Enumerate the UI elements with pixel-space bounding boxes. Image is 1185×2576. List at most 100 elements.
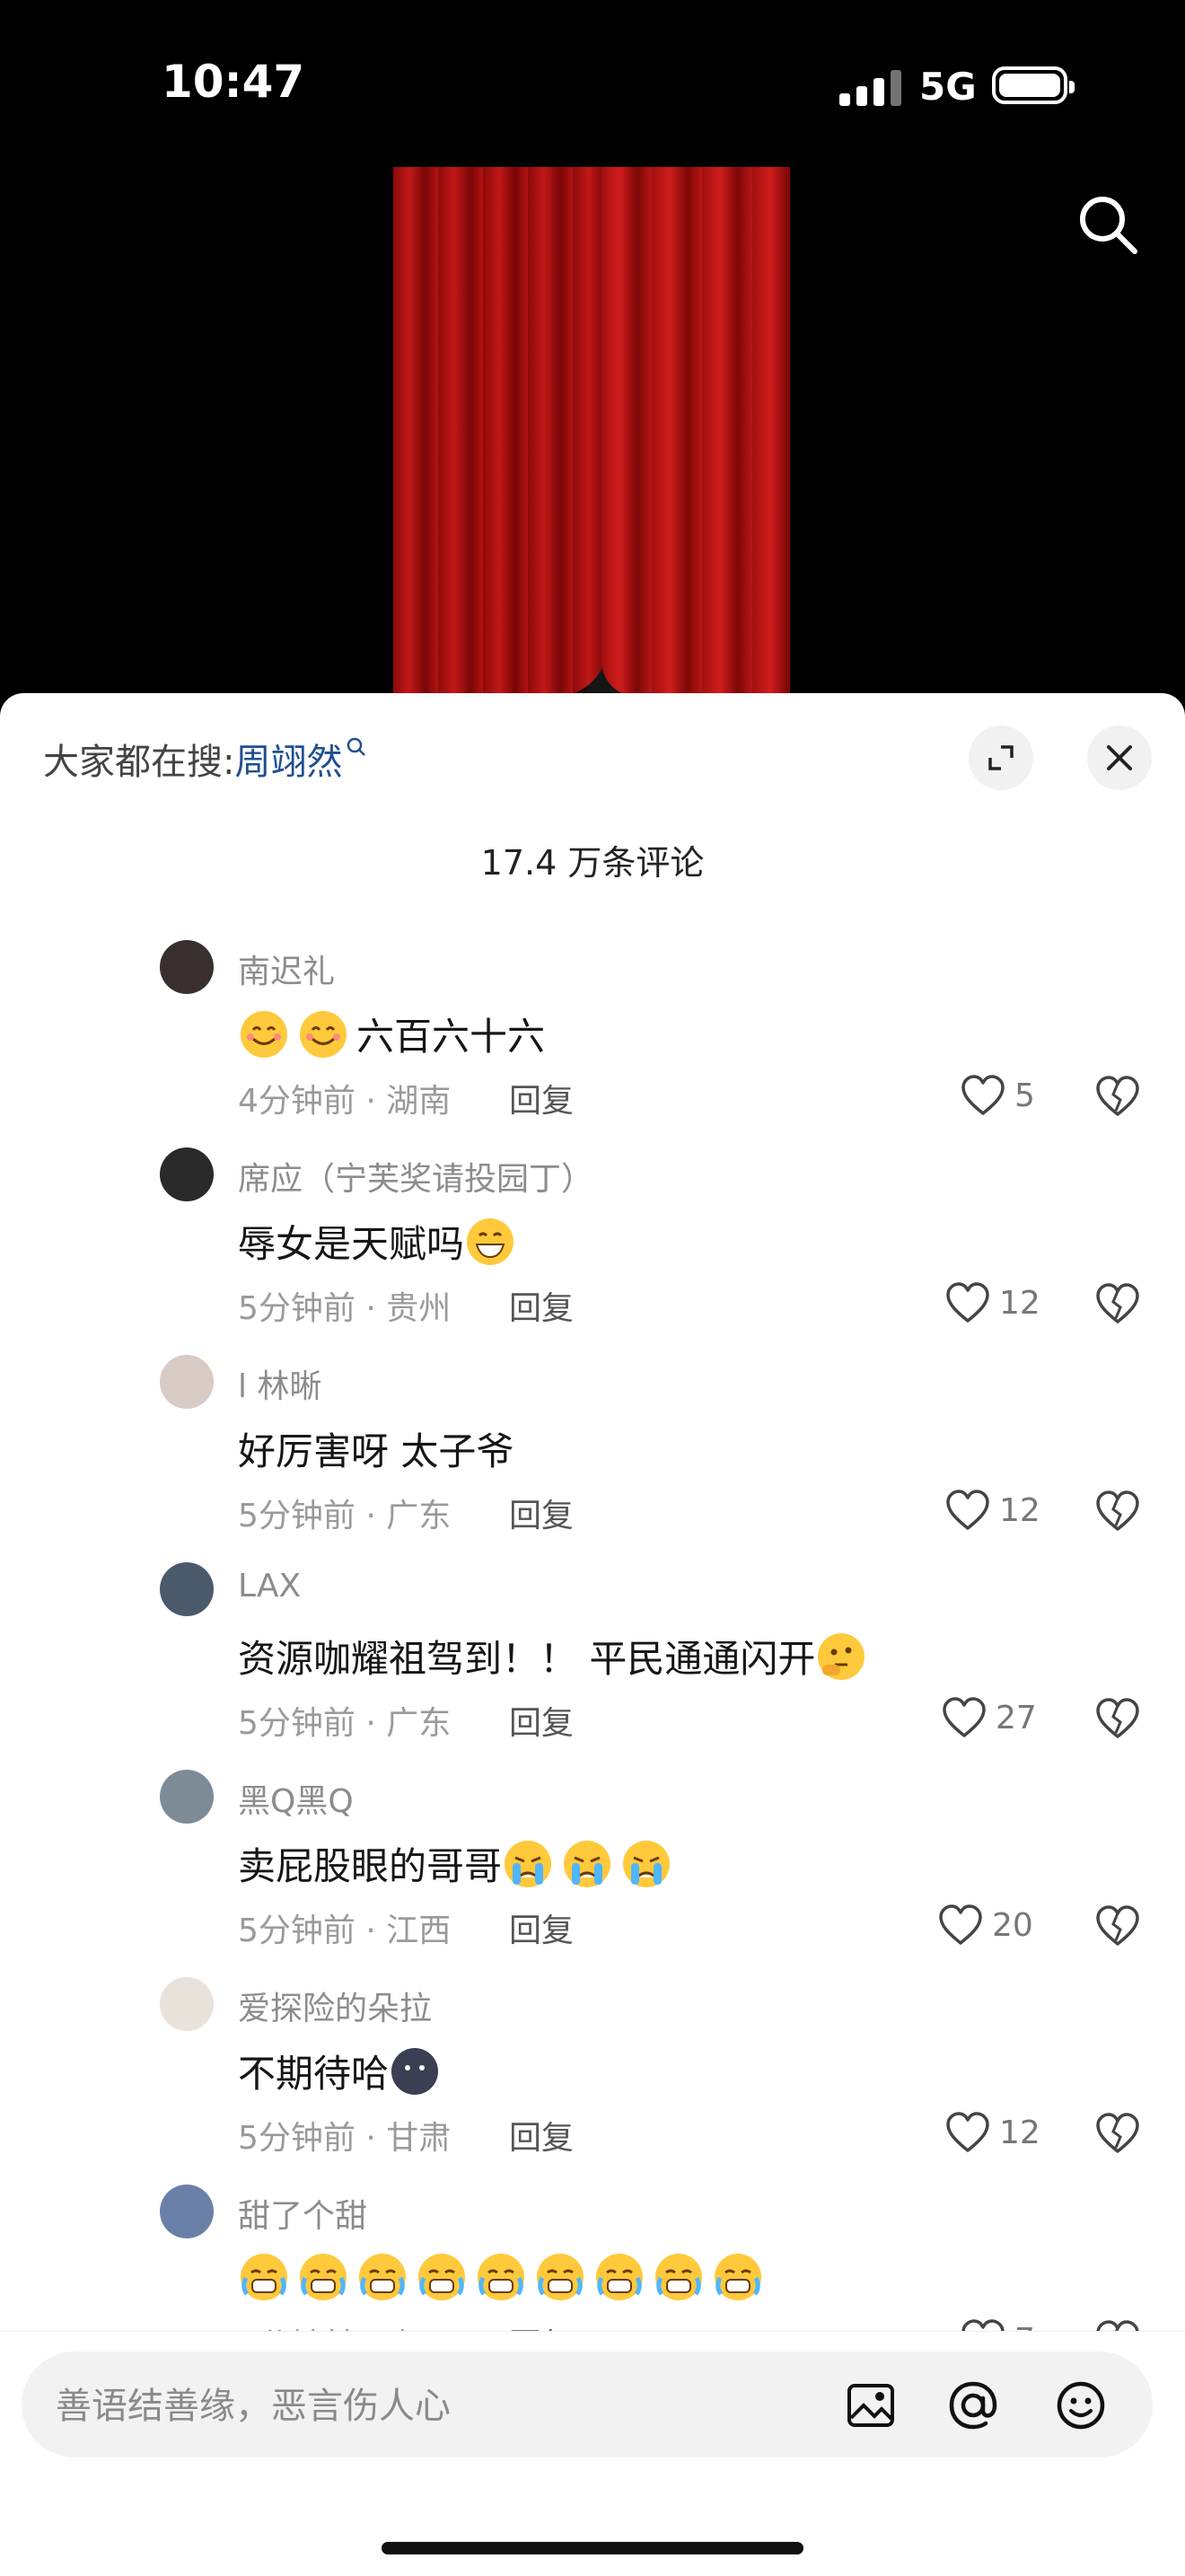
comment-username[interactable]: l 林晰 <box>238 1360 321 1407</box>
thinking-emoji <box>815 1631 867 1683</box>
comment-text-row: 卖屁股眼的哥哥 <box>238 1836 680 1891</box>
comment-text-row: 不期待哈 <box>238 2044 448 2098</box>
comment-text-row <box>238 2251 771 2303</box>
search-icon <box>347 737 366 756</box>
avatar[interactable] <box>160 2185 214 2238</box>
emoji-icon[interactable] <box>1054 2378 1108 2432</box>
comment-text-row: 好厉害呀 太子爷 <box>238 1421 514 1476</box>
signal-icon <box>839 70 902 106</box>
reply-button[interactable]: 回复 <box>509 1490 574 1536</box>
reply-button[interactable]: 回复 <box>509 1697 574 1744</box>
like-count: 12 <box>999 2114 1040 2151</box>
like-count: 20 <box>992 1906 1033 1944</box>
network-type: 5G <box>919 65 977 109</box>
comment-sheet: 大家都在搜:周翊然 17.4 万条评论 南迟礼 六百六十六 4分钟前 · 湖南 … <box>0 693 1185 2575</box>
comment-item[interactable]: 爱探险的朵拉 不期待哈 5分钟前 · 甘肃 回复 12 <box>0 1977 1185 2185</box>
comment-item[interactable]: 南迟礼 六百六十六 4分钟前 · 湖南 回复 5 <box>0 940 1185 1147</box>
battery-icon <box>992 66 1075 104</box>
sob-emoji <box>238 2251 290 2303</box>
like-button[interactable]: 12 <box>945 1488 1040 1533</box>
comment-text-row: 辱女是天赋吗 <box>238 1214 523 1269</box>
dislike-icon[interactable] <box>1095 2112 1140 2155</box>
comment-time-location: 5分钟前 · 广东 <box>238 1498 452 1534</box>
trending-search[interactable]: 大家都在搜:周翊然 <box>43 733 367 785</box>
like-count: 5 <box>1014 1077 1035 1114</box>
dislike-icon[interactable] <box>1095 1904 1140 1947</box>
comment-item[interactable]: 黑Q黑Q 卖屁股眼的哥哥 5分钟前 · 江西 回复 20 <box>0 1770 1185 1977</box>
sob-emoji <box>356 2251 408 2303</box>
video-poster[interactable] <box>393 167 790 697</box>
comment-username[interactable]: 黑Q黑Q <box>238 1775 354 1822</box>
sob-emoji <box>534 2251 586 2303</box>
comment-text: 好厉害呀 太子爷 <box>238 1429 514 1473</box>
reply-button[interactable]: 回复 <box>509 1075 574 1121</box>
cry-emoji <box>502 1838 554 1890</box>
dislike-icon[interactable] <box>1095 1490 1140 1533</box>
heart-icon <box>946 2112 989 2152</box>
comment-text: 卖屁股眼的哥哥 <box>238 1844 503 1888</box>
like-button[interactable]: 12 <box>945 2110 1040 2155</box>
image-icon[interactable] <box>844 2378 898 2432</box>
comment-input[interactable] <box>54 2378 812 2434</box>
comment-time-location: 5分钟前 · 贵州 <box>238 1290 452 1327</box>
avatar[interactable] <box>160 1355 214 1409</box>
like-button[interactable]: 12 <box>945 1280 1040 1325</box>
comment-text: 辱女是天赋吗 <box>238 1222 465 1266</box>
dislike-icon[interactable] <box>1095 1697 1140 1740</box>
avatar[interactable] <box>160 1562 214 1616</box>
avatar[interactable] <box>160 1770 214 1824</box>
avatar[interactable] <box>160 1147 214 1201</box>
dislike-icon[interactable] <box>1095 1075 1140 1118</box>
trending-search-prefix: 大家都在搜: <box>43 742 235 783</box>
comment-text: 六百六十六 <box>356 1015 546 1059</box>
comment-username[interactable]: 爱探险的朵拉 <box>238 1983 432 2029</box>
cry-emoji <box>561 1838 613 1890</box>
like-count: 27 <box>996 1699 1037 1736</box>
heart-icon <box>946 1282 989 1323</box>
heart-icon <box>939 1904 982 1945</box>
comment-text: 资源咖耀祖驾到！！ 平民通通闪开 <box>238 1637 816 1681</box>
like-button[interactable]: 5 <box>961 1073 1035 1118</box>
close-button[interactable] <box>1087 725 1152 790</box>
comment-time-location: 5分钟前 · 甘肃 <box>238 2120 452 2157</box>
expand-icon <box>988 745 1014 770</box>
comment-text-row: 资源咖耀祖驾到！！ 平民通通闪开 <box>238 1629 874 1684</box>
like-button[interactable]: 20 <box>938 1903 1033 1947</box>
sob-emoji <box>712 2251 764 2303</box>
smile-emoji <box>238 1008 290 1060</box>
dislike-icon[interactable] <box>1095 1282 1140 1325</box>
comment-item[interactable]: 席应（宁芙奖请投园丁） 辱女是天赋吗 5分钟前 · 贵州 回复 12 <box>0 1147 1185 1355</box>
home-indicator <box>382 2542 803 2554</box>
comment-input-bar <box>0 2331 1185 2576</box>
curtain-left <box>393 167 609 697</box>
reply-button[interactable]: 回复 <box>509 2112 574 2158</box>
sob-emoji <box>416 2251 468 2303</box>
comment-username[interactable]: 席应（宁芙奖请投园丁） <box>238 1153 593 1200</box>
sob-emoji <box>297 2251 349 2303</box>
heart-icon <box>943 1697 986 1737</box>
search-icon[interactable] <box>1074 190 1142 259</box>
avatar[interactable] <box>160 1977 214 2031</box>
avatar[interactable] <box>160 940 214 994</box>
comment-item[interactable]: LAX 资源咖耀祖驾到！！ 平民通通闪开 5分钟前 · 广东 回复 27 <box>0 1562 1185 1770</box>
heart-icon <box>961 1075 1005 1115</box>
comment-time-location: 4分钟前 · 湖南 <box>238 1083 452 1120</box>
like-button[interactable]: 27 <box>942 1695 1037 1740</box>
comment-item[interactable]: l 林晰 好厉害呀 太子爷 5分钟前 · 广东 回复 12 <box>0 1355 1185 1562</box>
expand-button[interactable] <box>969 725 1033 790</box>
comment-time-location: 5分钟前 · 江西 <box>238 1912 452 1949</box>
reply-button[interactable]: 回复 <box>509 1282 574 1329</box>
reply-button[interactable]: 回复 <box>509 1904 574 1951</box>
trending-search-keyword[interactable]: 周翊然 <box>234 742 342 783</box>
sob-emoji <box>475 2251 527 2303</box>
dark-emoji <box>389 2045 441 2097</box>
status-time: 10:47 <box>162 56 305 108</box>
comment-username[interactable]: LAX <box>238 1568 301 1605</box>
curtain-right <box>601 167 790 697</box>
comment-username[interactable]: 甜了个甜 <box>238 2190 367 2237</box>
sob-emoji <box>653 2251 705 2303</box>
comment-username[interactable]: 南迟礼 <box>238 945 335 992</box>
at-icon[interactable] <box>946 2378 1000 2432</box>
comment-text-row: 六百六十六 <box>238 1007 545 1061</box>
comment-time-location: 5分钟前 · 广东 <box>238 1705 452 1742</box>
